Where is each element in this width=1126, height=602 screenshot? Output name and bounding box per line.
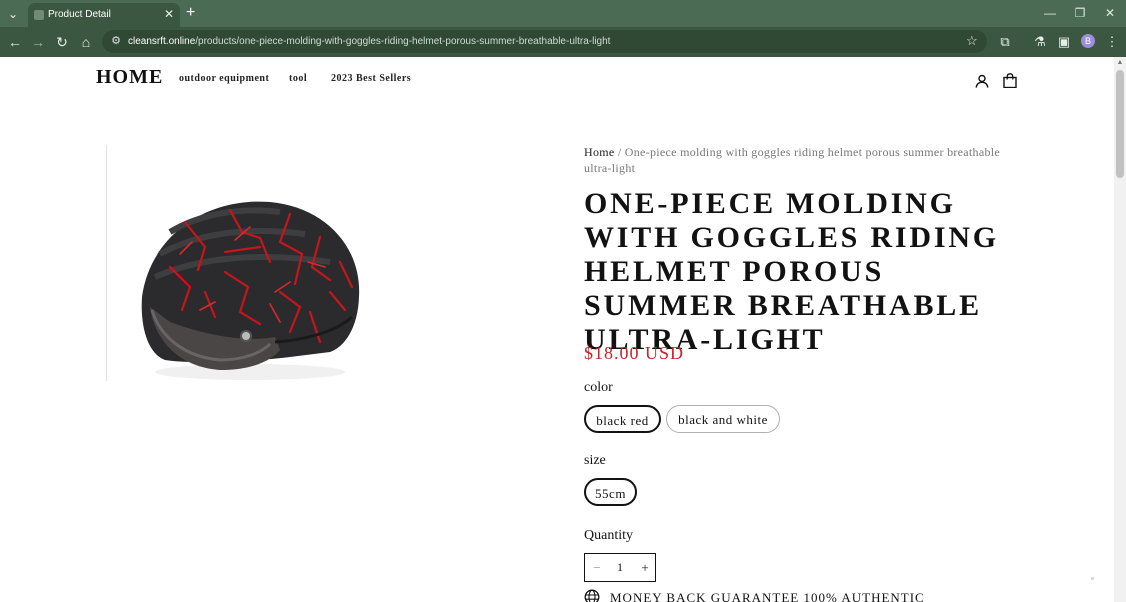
gallery-divider — [106, 145, 107, 381]
browser-toolbar: ← → ↻ ⌂ ⚙ cleansrft.online/products/one-… — [0, 27, 1126, 57]
back-icon[interactable]: ← — [6, 33, 24, 51]
breadcrumb-home[interactable]: Home — [584, 145, 615, 159]
tab-close-icon[interactable]: ✕ — [162, 6, 176, 22]
account-icon[interactable] — [975, 74, 989, 88]
site-info-icon[interactable]: ⚙ — [109, 34, 123, 48]
window-close-icon[interactable]: ✕ — [1095, 4, 1125, 22]
product-title: ONE-PIECE MOLDING WITH GOGGLES RIDING HE… — [584, 187, 999, 356]
nav-outdoor-equipment[interactable]: outdoor equipment — [179, 73, 269, 84]
tab-search-chevron-icon[interactable]: ⌄ — [4, 5, 22, 23]
url-text[interactable]: cleansrft.online/products/one-piece-mold… — [128, 34, 610, 49]
profile-avatar[interactable]: B — [1081, 34, 1095, 48]
new-tab-icon[interactable]: + — [186, 4, 195, 22]
extensions-icon[interactable]: ⧉ — [996, 33, 1014, 51]
tab-favicon-icon — [34, 10, 44, 20]
address-bar[interactable]: ⚙ cleansrft.online/products/one-piece-mo… — [102, 30, 987, 53]
globe-icon — [584, 589, 600, 602]
home-icon[interactable]: ⌂ — [77, 33, 95, 51]
quantity-input[interactable]: 1 — [611, 554, 629, 581]
reload-icon[interactable]: ↻ — [53, 33, 71, 51]
breadcrumb-current: One-piece molding with goggles riding he… — [584, 145, 1001, 175]
side-panel-icon[interactable]: ▣ — [1055, 33, 1073, 51]
quantity-label: Quantity — [584, 528, 633, 543]
color-option-black-red[interactable]: black red — [584, 405, 661, 433]
restore-icon[interactable]: ❐ — [1065, 4, 1095, 22]
nav-best-sellers[interactable]: 2023 Best Sellers — [331, 73, 411, 84]
page-content: HOME outdoor equipment tool 2023 Best Se… — [0, 57, 1114, 602]
quantity-plus-button[interactable]: + — [637, 554, 653, 581]
nav-tool[interactable]: tool — [289, 73, 307, 84]
size-label: size — [584, 453, 606, 468]
tab-title: Product Detail — [48, 9, 111, 20]
quantity-minus-button[interactable]: − — [589, 554, 605, 581]
color-label: color — [584, 380, 613, 395]
quantity-stepper: − 1 + — [584, 553, 656, 582]
minimize-icon[interactable]: — — [1035, 4, 1065, 22]
cart-icon[interactable] — [1003, 73, 1017, 88]
menu-kebab-icon[interactable]: ⋮ — [1103, 33, 1121, 51]
scroll-up-arrow-icon[interactable]: ▲ — [1116, 59, 1124, 67]
breadcrumb-separator: / — [614, 145, 625, 159]
product-image[interactable] — [130, 192, 370, 387]
scrollbar-thumb[interactable] — [1116, 70, 1124, 178]
breadcrumb: Home / One-piece molding with goggles ri… — [584, 144, 1024, 176]
bookmark-star-icon[interactable]: ☆ — [966, 33, 978, 49]
url-host: cleansrft.online — [128, 36, 196, 47]
labs-icon[interactable]: ⚗ — [1031, 33, 1049, 51]
url-path: /products/one-piece-molding-with-goggles… — [195, 36, 611, 47]
guarantee-text: MONEY BACK GUARANTEE 100% AUTHENTIC — [610, 590, 925, 602]
active-tab[interactable]: Product Detail ✕ — [28, 3, 180, 27]
decorative-dot — [1091, 577, 1094, 580]
forward-icon[interactable]: → — [29, 33, 47, 51]
size-option-55cm[interactable]: 55cm — [584, 478, 637, 506]
product-price: $18.00 USD — [584, 343, 685, 363]
site-logo[interactable]: HOME — [96, 66, 163, 89]
color-option-black-and-white[interactable]: black and white — [666, 405, 780, 433]
